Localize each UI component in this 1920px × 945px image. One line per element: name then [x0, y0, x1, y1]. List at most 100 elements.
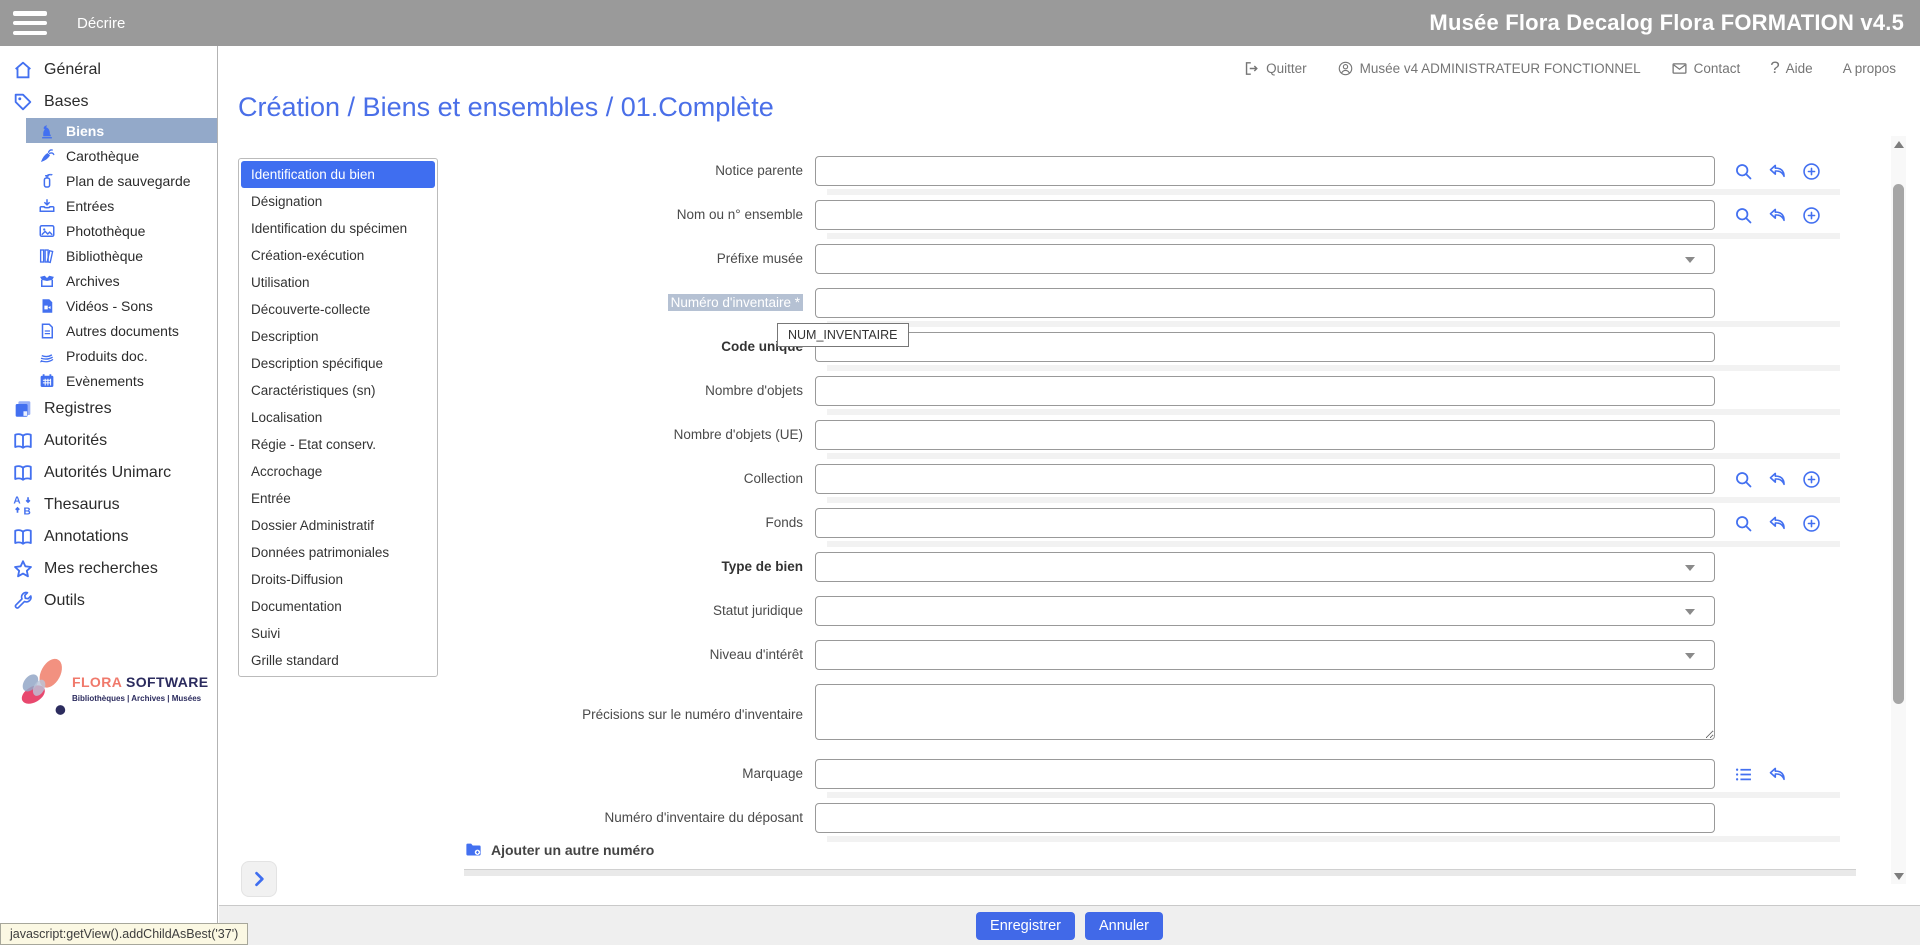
logo-name-secondary: SOFTWARE: [126, 674, 209, 690]
add-icon[interactable]: [1801, 469, 1822, 490]
form-row-numero-d-inventaire: Numéro d'inventaire * NUM_INVENTAIRE: [219, 288, 1870, 347]
sidebar-item-archives[interactable]: Archives: [0, 268, 217, 293]
question-mark-icon: ?: [1770, 58, 1780, 77]
sidebar-item-label: Registres: [44, 400, 112, 417]
search-icon[interactable]: [1733, 205, 1754, 226]
save-button[interactable]: Enregistrer: [976, 911, 1075, 940]
nombre-d-objets-input[interactable]: [815, 376, 1715, 406]
prefixe-musee-select[interactable]: [815, 244, 1715, 274]
cancel-button[interactable]: Annuler: [1084, 911, 1163, 940]
sidebar-item-bibliotheque[interactable]: Bibliothèque: [0, 243, 217, 268]
numero-d-inventaire-input[interactable]: [815, 288, 1715, 318]
hamburger-menu-icon[interactable]: [13, 11, 47, 35]
contact-link[interactable]: Contact: [1671, 60, 1740, 77]
sidebar-item-outils[interactable]: Outils: [0, 585, 217, 617]
code-unique-input[interactable]: [815, 332, 1715, 362]
sidebar-item-plan-de-sauvegarde[interactable]: Plan de sauvegarde: [0, 168, 217, 193]
nombre-d-objets-ue-input[interactable]: [815, 420, 1715, 450]
sidebar-item-registres[interactable]: Registres: [0, 393, 217, 425]
sidebar-item-label: Autorités Unimarc: [44, 464, 172, 481]
scroll-down-arrow[interactable]: [1891, 868, 1906, 884]
sidebar-item-label: Autres documents: [66, 322, 179, 339]
sidebar-item-videos-sons[interactable]: Vidéos - Sons: [0, 293, 217, 318]
field-tooltip: NUM_INVENTAIRE: [777, 323, 909, 347]
numero-d-inventaire-du-deposant-input[interactable]: [815, 803, 1715, 833]
quit-label: Quitter: [1266, 60, 1307, 76]
sidebar-item-annotations[interactable]: Annotations: [0, 521, 217, 553]
undo-icon[interactable]: [1767, 513, 1788, 534]
app-title: Musée Flora Decalog Flora FORMATION v4.5: [1429, 10, 1904, 35]
sidebar-item-label: Autorités: [44, 432, 108, 449]
field-label: Numéro d'inventaire *: [219, 294, 815, 311]
help-link[interactable]: ? Aide: [1770, 58, 1813, 78]
vertical-scrollbar[interactable]: [1891, 136, 1906, 884]
chevron-right-icon: [249, 869, 269, 889]
scroll-up-arrow[interactable]: [1891, 136, 1906, 152]
undo-icon[interactable]: [1767, 764, 1788, 785]
field-label: Précisions sur le numéro d'inventaire: [582, 706, 803, 722]
add-icon[interactable]: [1801, 161, 1822, 182]
sidebar-item-bases[interactable]: Bases: [0, 86, 217, 118]
type-de-bien-select[interactable]: [815, 552, 1715, 582]
statut-juridique-select[interactable]: [815, 596, 1715, 626]
collection-input[interactable]: [815, 464, 1715, 494]
sidebar-item-label: Biens: [66, 122, 105, 139]
user-icon: [1337, 60, 1354, 77]
logo-name-primary: FLORA: [72, 674, 122, 690]
form-row-precisions-sur-le-numero-d-inventaire: Précisions sur le numéro d'inventaire: [219, 684, 1870, 745]
search-icon[interactable]: [1733, 513, 1754, 534]
expand-menu-button[interactable]: [241, 861, 277, 897]
undo-icon[interactable]: [1767, 161, 1788, 182]
fonds-input[interactable]: [815, 508, 1715, 538]
sidebar-item-evenements[interactable]: Evènements: [0, 368, 217, 393]
sidebar-item-phototheque[interactable]: Photothèque: [0, 218, 217, 243]
undo-icon[interactable]: [1767, 205, 1788, 226]
add-other-number-button[interactable]: Ajouter un autre numéro: [464, 840, 1856, 859]
sidebar-item-mes-recherches[interactable]: Mes recherches: [0, 553, 217, 585]
sidebar-item-autorites[interactable]: Autorités: [0, 425, 217, 457]
sidebar-item-produits-doc[interactable]: Produits doc.: [0, 343, 217, 368]
precisions-sur-le-numero-d-inventaire-textarea[interactable]: [815, 684, 1715, 740]
search-icon[interactable]: [1733, 161, 1754, 182]
marquage-input[interactable]: [815, 759, 1715, 789]
extinguisher-icon: [38, 172, 56, 190]
sidebar-item-carotheque[interactable]: Carothèque: [0, 143, 217, 168]
sidebar-item-autorites-unimarc[interactable]: Autorités Unimarc: [0, 457, 217, 489]
form: Notice parente Nom ou n° ensemble Préfixe …: [219, 156, 1870, 847]
sidebar-item-thesaurus[interactable]: A B Thesaurus: [0, 489, 217, 521]
nom-ou-n-ensemble-input[interactable]: [815, 200, 1715, 230]
user-account[interactable]: Musée v4 ADMINISTRATEUR FONCTIONNEL: [1337, 60, 1641, 77]
field-label: Collection: [743, 471, 803, 486]
image-icon: [38, 222, 56, 240]
scrollbar-thumb[interactable]: [1893, 184, 1904, 704]
form-row-niveau-d-interet: Niveau d'intérêt: [219, 640, 1870, 670]
inbox-icon: [38, 197, 56, 215]
sidebar-item-entrees[interactable]: Entrées: [0, 193, 217, 218]
flora-software-logo: FLORA SOFTWARE Bibliothèques | Archives …: [10, 648, 210, 738]
list-icon[interactable]: [1733, 764, 1754, 785]
flora-butterfly-icon: [14, 652, 72, 724]
carrot-icon: [38, 147, 56, 165]
undo-icon[interactable]: [1767, 469, 1788, 490]
sidebar-item-label: Outils: [44, 592, 85, 609]
niveau-d-interet-select[interactable]: [815, 640, 1715, 670]
user-bar: Quitter Musée v4 ADMINISTRATEUR FONCTION…: [1243, 58, 1896, 78]
sidebar: Général Bases Biens Carothèque Plan de sauve…: [0, 46, 218, 945]
sidebar-item-autres-documents[interactable]: Autres documents: [0, 318, 217, 343]
open-book-icon: [12, 526, 34, 548]
logo-texts: FLORA SOFTWARE Bibliothèques | Archives …: [72, 674, 209, 703]
sidebar-item-general[interactable]: Général: [0, 54, 217, 86]
add-icon[interactable]: [1801, 513, 1822, 534]
sidebar-item-label: Entrées: [66, 197, 115, 214]
sidebar-item-biens[interactable]: Biens: [26, 118, 217, 143]
notice-parente-input[interactable]: [815, 156, 1715, 186]
page-title: Création / Biens et ensembles / 01.Compl…: [238, 92, 774, 122]
search-icon[interactable]: [1733, 469, 1754, 490]
chevron-down-icon: [1685, 653, 1695, 659]
quit-link[interactable]: Quitter: [1243, 60, 1307, 77]
field-label: Numéro d'inventaire du déposant: [604, 810, 803, 825]
sidebar-nav: Général Bases Biens Carothèque Plan de sauve…: [0, 54, 217, 617]
about-link[interactable]: A propos: [1843, 61, 1896, 76]
document-icon: [38, 322, 56, 340]
add-icon[interactable]: [1801, 205, 1822, 226]
